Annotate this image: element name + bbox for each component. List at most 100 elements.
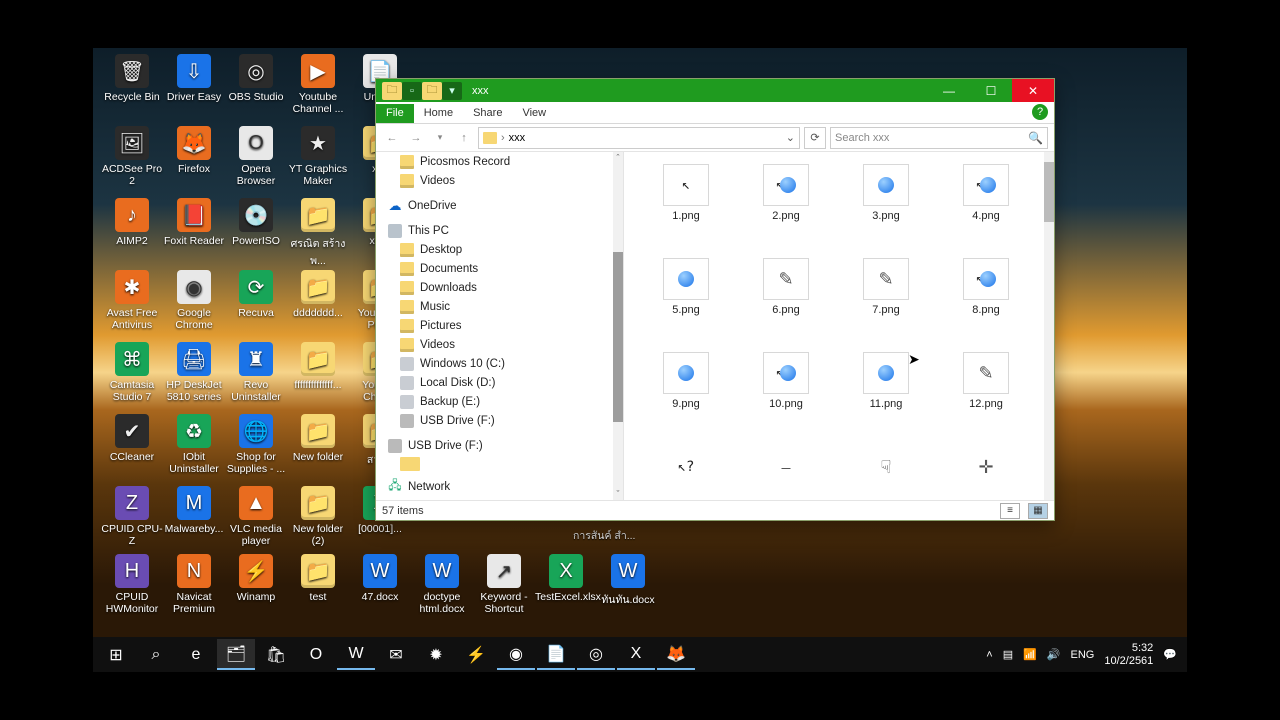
taskbar-firefox-button[interactable]: 🦊 xyxy=(657,639,695,670)
scroll-down-icon[interactable]: ˇ xyxy=(613,488,623,500)
taskbar-chrome-button[interactable]: ◉ xyxy=(497,639,535,670)
tray-network-icon[interactable]: ▤ xyxy=(1003,648,1013,661)
desktop-icon[interactable]: ▲VLC media player xyxy=(225,486,287,547)
tree-item[interactable]: Backup (E:) xyxy=(376,392,613,411)
tab-home[interactable]: Home xyxy=(414,104,463,123)
taskbar-excel-button[interactable]: X xyxy=(617,639,655,670)
desktop-icon[interactable]: ◉Google Chrome xyxy=(163,270,225,331)
desktop-icon[interactable]: 📁ddddddd... xyxy=(287,270,349,319)
close-button[interactable]: ✕ xyxy=(1012,79,1054,102)
desktop-icon[interactable]: ⚡Winamp xyxy=(225,554,287,603)
tree-item[interactable]: Picosmos Record xyxy=(376,152,613,171)
file-item[interactable]: 5.png xyxy=(641,258,731,352)
desktop-icon[interactable]: 🦊Firefox xyxy=(163,126,225,175)
forward-button[interactable]: → xyxy=(406,128,426,148)
file-item[interactable]: ✎12.png xyxy=(941,352,1031,446)
desktop-icon[interactable]: Wdoctype html.docx xyxy=(411,554,473,615)
qat-save-icon[interactable]: ▫ xyxy=(402,82,422,100)
scroll-up-icon[interactable]: ˆ xyxy=(613,152,623,164)
desktop-icon[interactable]: NNavicat Premium xyxy=(163,554,225,615)
desktop-icon[interactable]: ✱Avast Free Antivirus xyxy=(101,270,163,331)
tree-item[interactable]: Pictures xyxy=(376,316,613,335)
desktop-icon[interactable]: ⟳Recuva xyxy=(225,270,287,319)
content-pane[interactable]: ↖1.png↖2.png3.png↖4.png5.png✎6.png✎7.png… xyxy=(624,152,1054,500)
tree-scroll-thumb[interactable] xyxy=(613,252,623,422)
tree-item[interactable]: Videos xyxy=(376,335,613,354)
tab-view[interactable]: View xyxy=(512,104,556,123)
desktop-icon[interactable]: ◎OBS Studio xyxy=(225,54,287,103)
file-item[interactable]: ✎7.png xyxy=(841,258,931,352)
maximize-button[interactable]: ☐ xyxy=(970,79,1012,102)
tree-item[interactable]: 🖧Network xyxy=(376,477,613,496)
taskbar-start-button[interactable]: ⊞ xyxy=(97,639,135,670)
desktop-icon[interactable]: Wทันทัน.docx xyxy=(597,554,659,608)
file-item[interactable]: ↖8.png xyxy=(941,258,1031,352)
desktop-icon[interactable]: ↗Keyword - Shortcut xyxy=(473,554,535,615)
desktop-icon[interactable]: ⌘Camtasia Studio 7 xyxy=(101,342,163,403)
tree-item[interactable]: Music xyxy=(376,297,613,316)
desktop-icon[interactable]: OOpera Browser xyxy=(225,126,287,187)
recent-dropdown[interactable]: ▾ xyxy=(430,128,450,148)
desktop-icon[interactable]: ♪AIMP2 xyxy=(101,198,163,247)
taskbar-obs-button[interactable]: ◎ xyxy=(577,639,615,670)
desktop-icon[interactable]: W47.docx xyxy=(349,554,411,603)
desktop-icon[interactable]: ♜Revo Uninstaller xyxy=(225,342,287,403)
file-item[interactable]: ⎯ xyxy=(741,446,831,540)
taskbar-mail-button[interactable]: ✉ xyxy=(377,639,415,670)
desktop-icon[interactable]: ✔CCleaner xyxy=(101,414,163,463)
desktop-icon[interactable]: 🖨HP DeskJet 5810 series xyxy=(163,342,225,403)
file-item[interactable]: ↖4.png xyxy=(941,164,1031,258)
tree-item[interactable]: ☁OneDrive xyxy=(376,196,613,215)
desktop-icon[interactable]: ♻IObit Uninstaller xyxy=(163,414,225,475)
taskbar-app-red-button[interactable]: ⚡ xyxy=(457,639,495,670)
qat-properties-icon[interactable]: 🗀 xyxy=(422,82,442,100)
file-item[interactable]: 3.png xyxy=(841,164,931,258)
qat-folder-icon[interactable]: 🗀 xyxy=(382,82,402,100)
tray-language[interactable]: ENG xyxy=(1071,649,1095,661)
desktop-icon[interactable]: 🌐Shop for Supplies - ... xyxy=(225,414,287,475)
desktop-icon[interactable]: HCPUID HWMonitor xyxy=(101,554,163,615)
back-button[interactable]: ← xyxy=(382,128,402,148)
tree-item[interactable]: Videos xyxy=(376,171,613,190)
desktop-icon[interactable]: XTestExcel.xlsx xyxy=(535,554,597,603)
taskbar-notepad-button[interactable]: 📄 xyxy=(537,639,575,670)
system-tray[interactable]: ˄ ▤ 📶 🔊 ENG 5:32 10/2/2561 💬 xyxy=(986,642,1183,667)
taskbar-opera-button[interactable]: O xyxy=(297,639,335,670)
tree-item[interactable]: USB Drive (F:) xyxy=(376,411,613,430)
file-item[interactable]: ✎6.png xyxy=(741,258,831,352)
desktop-icon[interactable]: 📕Foxit Reader xyxy=(163,198,225,247)
tree-item-folder[interactable] xyxy=(400,457,420,471)
search-input[interactable]: Search xxx 🔍 xyxy=(830,127,1048,149)
tray-chevron-icon[interactable]: ˄ xyxy=(986,649,992,661)
address-dropdown-icon[interactable]: ⌄ xyxy=(786,131,795,144)
tray-clock[interactable]: 5:32 10/2/2561 xyxy=(1104,642,1153,667)
taskbar-word-button[interactable]: W xyxy=(337,639,375,670)
taskbar-store-button[interactable]: 🛍 xyxy=(257,639,295,670)
desktop-icon[interactable]: 📁ffffffffffffff... xyxy=(287,342,349,391)
desktop-icon[interactable]: 💿PowerISO xyxy=(225,198,287,247)
desktop-icon[interactable]: ★YT Graphics Maker xyxy=(287,126,349,187)
tray-notifications-icon[interactable]: 💬 xyxy=(1163,648,1177,661)
file-item[interactable]: ↖1.png xyxy=(641,164,731,258)
qat-dropdown-icon[interactable]: ▾ xyxy=(442,82,462,100)
tab-file[interactable]: File xyxy=(376,104,414,123)
taskbar-file-explorer-button[interactable]: 🗂 xyxy=(217,639,255,670)
tree-item[interactable]: This PC xyxy=(376,221,613,240)
desktop-icon[interactable]: 📁ศรณิต สร้างพ... xyxy=(287,198,349,269)
address-bar[interactable]: › xxx ⌄ xyxy=(478,127,800,149)
content-scroll-thumb[interactable] xyxy=(1044,162,1054,222)
tree-item[interactable]: USB Drive (F:) xyxy=(376,436,613,455)
help-icon[interactable]: ? xyxy=(1032,104,1048,120)
tree-item[interactable]: Documents xyxy=(376,259,613,278)
desktop-icon[interactable]: ZCPUID CPU-Z xyxy=(101,486,163,547)
desktop-icon[interactable]: ⇩Driver Easy xyxy=(163,54,225,103)
file-item[interactable]: ↖? xyxy=(641,446,731,540)
refresh-button[interactable]: ⟳ xyxy=(804,127,826,149)
desktop-icon[interactable]: 🖼ACDSee Pro 2 xyxy=(101,126,163,187)
tree-item[interactable]: Local Disk (D:) xyxy=(376,373,613,392)
titlebar[interactable]: 🗀 ▫ 🗀 ▾ xxx — ☐ ✕ xyxy=(376,79,1054,102)
file-item[interactable]: ↖10.png xyxy=(741,352,831,446)
content-scrollbar[interactable] xyxy=(1044,152,1054,500)
desktop-icon[interactable]: ▶Youtube Channel ... xyxy=(287,54,349,115)
minimize-button[interactable]: — xyxy=(928,79,970,102)
